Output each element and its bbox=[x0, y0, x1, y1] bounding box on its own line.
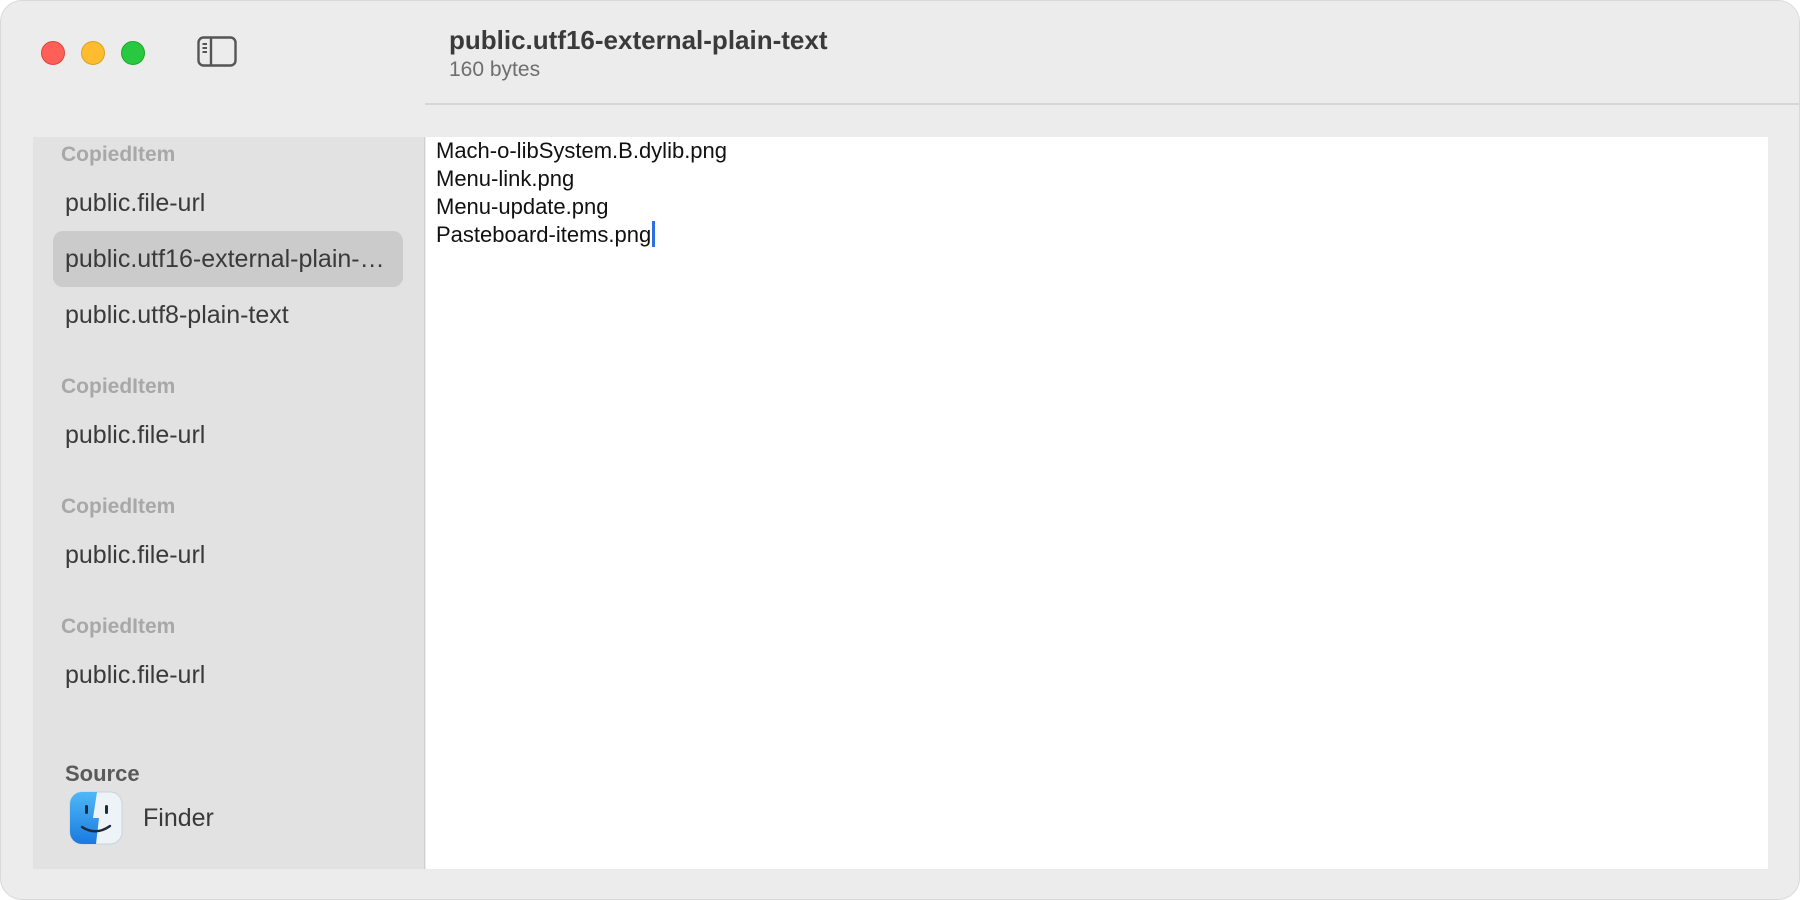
sidebar-item-utf8-plain-text[interactable]: public.utf8-plain-text bbox=[53, 287, 403, 343]
sidebar-item-file-url[interactable]: public.file-url bbox=[53, 527, 403, 583]
sidebar: CopiedItem public.file-url public.utf16-… bbox=[33, 137, 425, 869]
page-title: public.utf16-external-plain-text bbox=[449, 25, 828, 55]
text-cursor bbox=[652, 221, 656, 247]
byte-size-label: 160 bytes bbox=[449, 58, 541, 81]
content-line-text: Pasteboard-items.png bbox=[436, 222, 652, 247]
finder-icon bbox=[69, 791, 123, 845]
detail-header: public.utf16-external-plain-text 160 byt… bbox=[425, 1, 1799, 105]
sidebar-item-utf16-external-plain-text[interactable]: public.utf16-external-plain-text bbox=[53, 231, 403, 287]
minimize-window-button[interactable] bbox=[81, 41, 105, 65]
sidebar-item-file-url[interactable]: public.file-url bbox=[53, 647, 403, 703]
source-app: Finder bbox=[69, 791, 214, 845]
sidebar-item-file-url[interactable]: public.file-url bbox=[53, 407, 403, 463]
app-window: public.utf16-external-plain-text 160 byt… bbox=[0, 0, 1800, 900]
group-header-copied-item: CopiedItem bbox=[61, 615, 176, 638]
group-header-copied-item: CopiedItem bbox=[61, 143, 176, 166]
window-controls bbox=[41, 41, 145, 65]
text-content-area[interactable]: Mach-o-libSystem.B.dylib.png Menu-link.p… bbox=[426, 137, 1768, 869]
content-line: Mach-o-libSystem.B.dylib.png bbox=[436, 138, 728, 163]
sidebar-toggle-icon[interactable] bbox=[197, 36, 237, 67]
group-header-copied-item: CopiedItem bbox=[61, 375, 176, 398]
source-app-name: Finder bbox=[143, 803, 214, 832]
content-line-last: Pasteboard-items.png bbox=[436, 221, 1758, 249]
content-line: Menu-update.png bbox=[436, 194, 609, 219]
zoom-window-button[interactable] bbox=[121, 41, 145, 65]
close-window-button[interactable] bbox=[41, 41, 65, 65]
group-header-copied-item: CopiedItem bbox=[61, 495, 176, 518]
sidebar-item-file-url[interactable]: public.file-url bbox=[53, 175, 403, 231]
source-label: Source bbox=[65, 761, 140, 786]
content-line: Menu-link.png bbox=[436, 166, 575, 191]
